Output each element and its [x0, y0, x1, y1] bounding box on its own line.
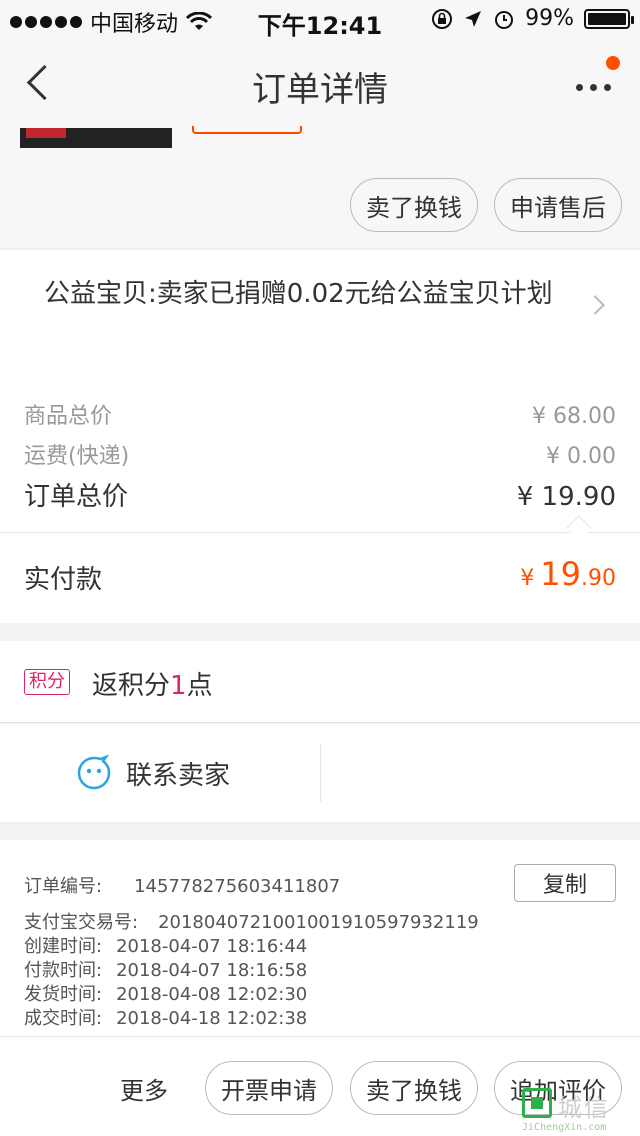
nav-bar: 订单详情: [0, 40, 640, 128]
paid-currency: ¥: [520, 566, 535, 591]
shipping-value: ¥ 0.00: [546, 444, 616, 469]
points-text: 返积分1点: [92, 665, 213, 702]
status-bar: 中国移动 下午12:41 99%: [0, 0, 640, 40]
order-number-row: 订单编号: 145778275603411807: [24, 872, 340, 898]
paid-decimal: .90: [581, 566, 616, 591]
paid-amount: ¥ 19 .90: [520, 555, 616, 593]
battery-percent: 99%: [525, 6, 574, 31]
info-key: 成交时间:: [24, 1008, 103, 1029]
order-number-value: 145778275603411807: [134, 876, 341, 897]
paid-integer: 19: [540, 555, 581, 593]
completed-time-value: 2018-04-18 12:02:38: [116, 1008, 308, 1029]
info-key: 创建时间:: [24, 936, 103, 957]
sell-button-bottom[interactable]: 卖了换钱: [350, 1061, 478, 1115]
more-dot-icon: [576, 84, 583, 91]
paid-row: 实付款 ¥ 19 .90: [0, 533, 640, 623]
watermark-chars: 城信: [558, 1094, 610, 1122]
watermark-url: JiChengXin.com: [522, 1122, 607, 1133]
goods-total-value: ¥ 68.00: [532, 404, 616, 429]
chevron-right-icon: [585, 295, 605, 315]
created-time-row: 创建时间: 2018-04-07 18:16:44: [24, 932, 307, 958]
product-card: 卖了换钱 申请售后: [0, 126, 640, 248]
paid-label: 实付款: [24, 565, 103, 595]
alarm-icon: [495, 10, 514, 29]
info-key: 支付宝交易号:: [24, 912, 139, 933]
points-prefix: 返积分: [92, 671, 171, 701]
page-title: 订单详情: [252, 70, 388, 110]
invoice-request-button[interactable]: 开票申请: [205, 1061, 333, 1115]
created-time-value: 2018-04-07 18:16:44: [116, 936, 308, 957]
paid-time-value: 2018-04-07 18:16:58: [116, 960, 308, 981]
product-tag: [192, 126, 302, 134]
more-actions-button[interactable]: 更多: [120, 1071, 168, 1106]
order-info: 订单编号: 145778275603411807 复制 支付宝交易号: 201804…: [0, 840, 640, 1036]
divider: [320, 744, 321, 802]
watermark-logo-icon: [522, 1088, 552, 1118]
order-total-label: 订单总价: [24, 482, 129, 512]
more-menu-button[interactable]: [570, 56, 620, 108]
after-sale-button[interactable]: 申请售后: [494, 178, 622, 232]
chat-face-icon: [77, 755, 111, 790]
alipay-trade-value: 2018040721001001910597932119: [158, 912, 479, 933]
points-count: 1: [170, 671, 187, 701]
more-dot-icon: [590, 84, 597, 91]
more-dot-icon: [604, 84, 611, 91]
battery-icon: [584, 8, 634, 29]
charity-text: 公益宝贝:卖家已捐赠0.02元给公益宝贝计划: [44, 279, 553, 309]
paid-time-row: 付款时间: 2018-04-07 18:16:58: [24, 956, 307, 982]
shipped-time-row: 发货时间: 2018-04-08 12:02:30: [24, 980, 307, 1006]
notification-badge: [606, 56, 620, 70]
points-suffix: 点: [186, 671, 213, 701]
product-thumbnail[interactable]: [20, 128, 172, 148]
alipay-trade-row: 支付宝交易号: 2018040721001001910597932119: [24, 908, 479, 934]
sell-button[interactable]: 卖了换钱: [350, 178, 478, 232]
contact-seller-label: 联系卖家: [126, 760, 231, 791]
watermark: 城信 JiChengXin.com: [522, 1088, 640, 1136]
contact-seller-button[interactable]: 联系卖家: [76, 748, 230, 798]
status-right: 99%: [431, 6, 634, 31]
charity-row[interactable]: 公益宝贝:卖家已捐赠0.02元给公益宝贝计划: [0, 250, 640, 368]
info-key: 付款时间:: [24, 960, 103, 981]
shipping-row: 运费(快递) ¥ 0.00: [24, 438, 616, 470]
completed-time-row: 成交时间: 2018-04-18 12:02:38: [24, 1004, 307, 1030]
price-summary: 商品总价 ¥ 68.00 运费(快递) ¥ 0.00 订单总价 ¥ 19.90: [0, 368, 640, 532]
shipping-label: 运费(快递): [24, 444, 130, 469]
points-row: 积分 返积分1点: [0, 641, 640, 723]
info-key: 订单编号:: [24, 876, 103, 897]
location-icon: [465, 10, 482, 27]
info-key: 发货时间:: [24, 984, 103, 1005]
contact-section: 联系卖家: [0, 724, 640, 822]
goods-total-label: 商品总价: [24, 404, 113, 429]
order-total-row: 订单总价 ¥ 19.90: [24, 476, 616, 513]
goods-total-row: 商品总价 ¥ 68.00: [24, 398, 616, 430]
points-badge: 积分: [24, 669, 70, 695]
copy-button[interactable]: 复制: [514, 864, 616, 902]
orientation-lock-icon: [432, 8, 453, 29]
order-total-value: ¥ 19.90: [516, 482, 616, 512]
shipped-time-value: 2018-04-08 12:02:30: [116, 984, 308, 1005]
